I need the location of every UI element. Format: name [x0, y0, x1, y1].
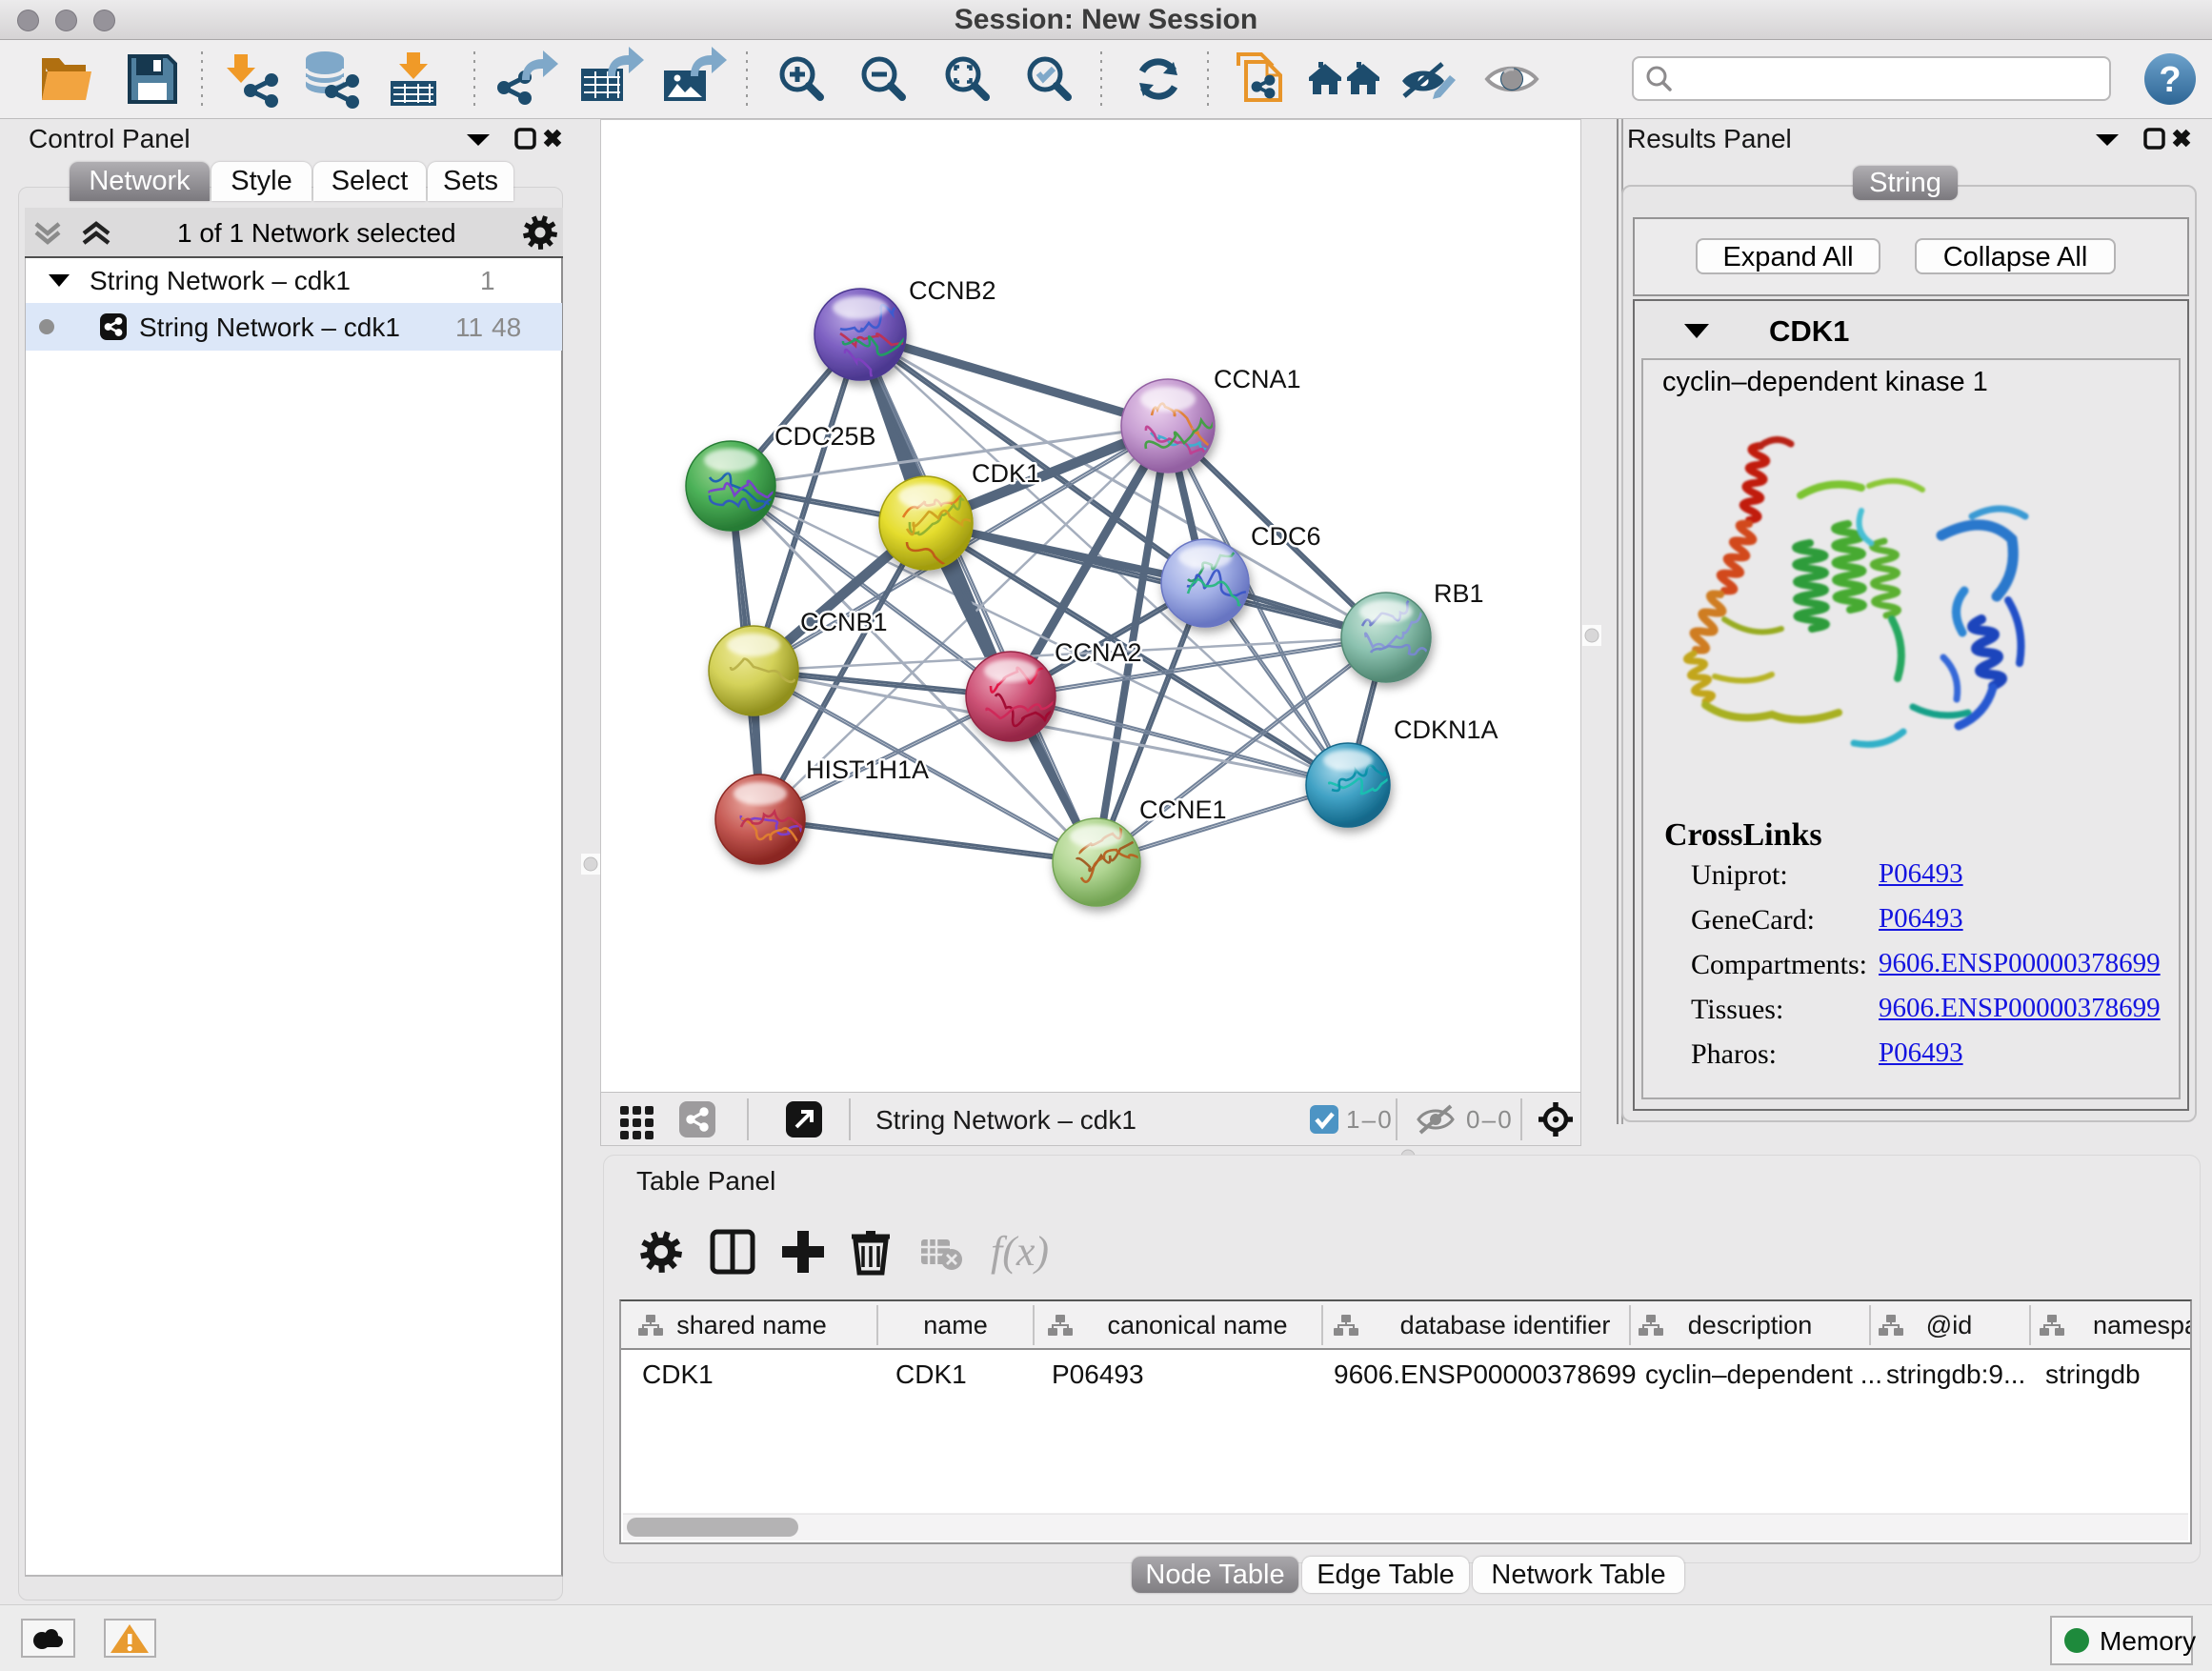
- svg-text:HIST1H1A: HIST1H1A: [806, 755, 929, 784]
- svg-text:CCNA2: CCNA2: [1055, 638, 1142, 667]
- svg-text:stringdb:9...: stringdb:9...: [1886, 1359, 2025, 1389]
- svg-text:description: description: [1688, 1311, 1813, 1339]
- svg-text:CDC6: CDC6: [1251, 522, 1321, 551]
- svg-text:1 – 0: 1 – 0: [1346, 1105, 1392, 1134]
- svg-text:canonical name: canonical name: [1107, 1311, 1287, 1339]
- svg-text:CCNB1: CCNB1: [800, 608, 888, 636]
- svg-text:CCNB2: CCNB2: [909, 276, 996, 305]
- svg-text:9606.ENSP00000378699: 9606.ENSP00000378699: [1334, 1359, 1637, 1389]
- svg-text:stringdb: stringdb: [2045, 1359, 2141, 1389]
- svg-text:f(x): f(x): [991, 1228, 1049, 1275]
- svg-text:P06493: P06493: [1052, 1359, 1144, 1389]
- svg-text:CDK1: CDK1: [972, 459, 1040, 488]
- svg-text:CDK1: CDK1: [895, 1359, 967, 1389]
- svg-text:0 – 0: 0 – 0: [1466, 1105, 1512, 1134]
- svg-text:namespac: namespac: [2093, 1311, 2190, 1339]
- svg-text:CDC25B: CDC25B: [774, 422, 876, 451]
- svg-text:CDK1: CDK1: [642, 1359, 714, 1389]
- svg-text:?: ?: [2159, 60, 2181, 100]
- svg-text:name: name: [923, 1311, 988, 1339]
- svg-text:shared name: shared name: [676, 1311, 827, 1339]
- svg-text:cyclin–dependent ...: cyclin–dependent ...: [1645, 1359, 1882, 1389]
- svg-text:RB1: RB1: [1434, 579, 1484, 608]
- svg-text:String Network – cdk1: String Network – cdk1: [875, 1105, 1136, 1135]
- svg-text:database identifier: database identifier: [1400, 1311, 1611, 1339]
- svg-text:CDKN1A: CDKN1A: [1394, 715, 1498, 744]
- svg-text:@id: @id: [1926, 1311, 1972, 1339]
- svg-text:CCNE1: CCNE1: [1139, 795, 1227, 824]
- svg-text:CCNA1: CCNA1: [1214, 365, 1301, 393]
